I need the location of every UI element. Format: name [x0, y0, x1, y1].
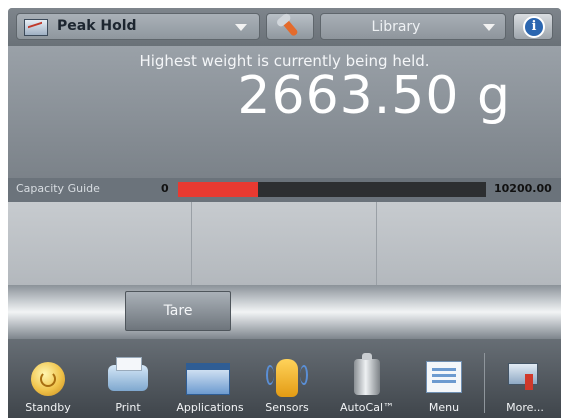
autocal-icon	[354, 353, 380, 395]
data-panels	[8, 202, 561, 285]
print-icon	[108, 357, 148, 391]
capacity-max: 10200.00	[494, 182, 552, 195]
nav-label: Menu	[428, 401, 460, 414]
library-label: Library	[371, 19, 421, 35]
application-name: Peak Hold	[57, 18, 137, 34]
nav-autocal[interactable]: AutoCal™	[328, 339, 406, 418]
capacity-guide: Capacity Guide 0 10200.00	[8, 178, 561, 202]
wrench-icon	[280, 17, 299, 37]
weight-display: Highest weight is currently being held. …	[8, 46, 561, 178]
nav-label: More...	[506, 401, 544, 414]
nav-sensors[interactable]: Sensors	[252, 339, 322, 418]
nav-label: Applications	[176, 401, 244, 414]
settings-wrench-button[interactable]	[266, 13, 314, 40]
nav-label: AutoCal™	[339, 401, 395, 414]
chevron-down-icon	[483, 24, 495, 31]
peak-hold-app-icon	[24, 19, 48, 36]
nav-print[interactable]: Print	[88, 339, 168, 418]
more-icon	[508, 363, 538, 390]
capacity-bar	[178, 182, 486, 197]
nav-standby[interactable]: Standby	[8, 339, 88, 418]
chevron-down-icon	[235, 24, 247, 31]
action-bar: Tare	[8, 285, 561, 339]
data-panel-1	[8, 202, 192, 285]
info-button[interactable]: i	[513, 13, 553, 40]
sensors-icon	[266, 359, 308, 397]
library-dropdown[interactable]: Library	[320, 13, 506, 40]
nav-menu[interactable]: Menu	[406, 339, 482, 418]
nav-more[interactable]: More...	[490, 339, 560, 418]
standby-icon	[31, 362, 65, 396]
nav-label: Print	[115, 401, 141, 414]
applications-icon	[186, 363, 230, 395]
capacity-guide-label: Capacity Guide	[16, 182, 100, 195]
top-bar: Peak Hold Library i	[8, 8, 561, 46]
balance-screen: Peak Hold Library i Highest weight is cu…	[8, 8, 561, 418]
data-panel-3	[377, 202, 561, 285]
menu-icon	[426, 361, 462, 393]
nav-divider	[484, 353, 485, 413]
info-icon: i	[523, 16, 545, 38]
application-dropdown[interactable]: Peak Hold	[16, 13, 260, 40]
capacity-bar-fill	[178, 182, 259, 197]
nav-label: Sensors	[265, 401, 309, 414]
nav-applications[interactable]: Applications	[166, 339, 254, 418]
weight-value: 2663.50 g	[237, 66, 511, 126]
data-panel-2	[192, 202, 377, 285]
bottom-navigation: Standby Print Applications Sensors AutoC…	[8, 339, 561, 418]
tare-button[interactable]: Tare	[125, 291, 231, 331]
nav-label: Standby	[25, 401, 71, 414]
capacity-min: 0	[161, 182, 169, 195]
